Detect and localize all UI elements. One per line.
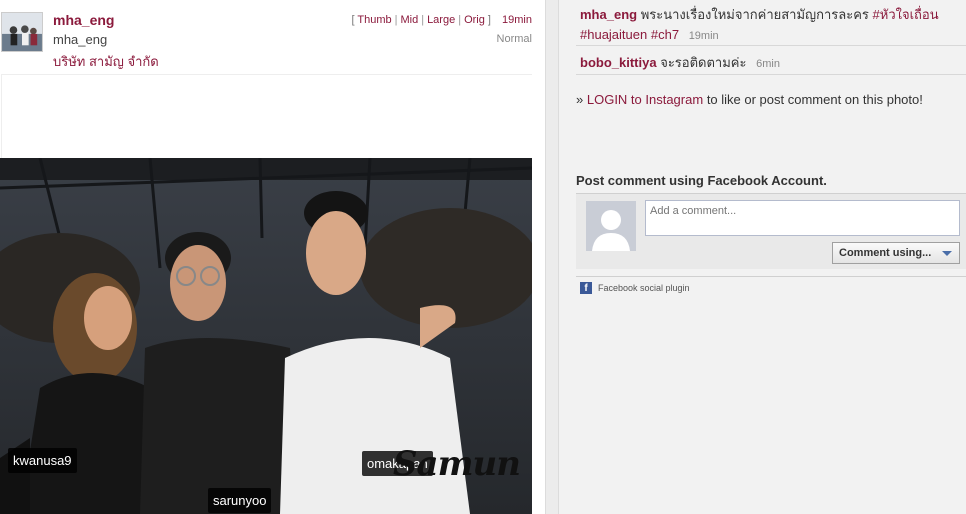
hashtag-link[interactable]: #ch7 — [651, 27, 679, 42]
size-orig-link[interactable]: Orig — [464, 14, 485, 26]
login-suffix: to like or post comment on this photo! — [706, 92, 923, 107]
size-separator: | — [421, 14, 425, 26]
post-photo[interactable]: kwanusa9 sarunyoo omakapan Samun — [0, 158, 532, 514]
facebook-plugin-link[interactable]: Facebook social plugin — [598, 283, 690, 293]
facebook-social-plugin: f Facebook social plugin — [580, 282, 690, 294]
user-avatar[interactable] — [1, 12, 43, 52]
size-separator: | — [394, 14, 398, 26]
photo-watermark: Samun — [393, 444, 521, 484]
comment-time: 6min — [756, 58, 780, 70]
comment-text: พระนางเรื่องใหม่จากค่ายสามัญการละคร — [640, 7, 869, 22]
login-prompt: » LOGIN to Instagram to like or post com… — [576, 92, 923, 107]
post-company[interactable]: บริษัท สามัญ จำกัด — [53, 51, 159, 72]
panel-divider — [545, 0, 559, 514]
comment-using-label: Comment using... — [839, 247, 932, 259]
hashtag-link[interactable]: #huajaituen — [580, 27, 647, 42]
caption-area — [1, 74, 532, 158]
facebook-comment-input[interactable] — [645, 200, 960, 236]
size-mid-link[interactable]: Mid — [400, 14, 418, 26]
post-full-name: mha_eng — [53, 32, 108, 47]
post-username[interactable]: mha_eng — [53, 12, 114, 28]
size-thumb-link[interactable]: Thumb — [357, 14, 391, 26]
comment-time: 19min — [688, 30, 719, 42]
comment-item: bobo_kittiya จะรอติดตามค่ะ 6min — [580, 52, 780, 73]
hashtag-link[interactable]: #หัวใจเถื่อน — [873, 7, 939, 22]
bracket-open: [ — [351, 14, 355, 26]
photo-tag[interactable]: sarunyoo — [208, 488, 272, 513]
comment-text: จะรอติดตามค่ะ — [660, 55, 747, 70]
photo-filter: Normal — [496, 33, 532, 45]
chevron-down-icon — [942, 251, 952, 256]
comment-using-button[interactable]: Comment using... — [832, 242, 960, 264]
comments-panel: mha_eng พระนางเรื่องใหม่จากค่ายสามัญการล… — [559, 0, 966, 514]
comment-divider — [576, 45, 966, 46]
bracket-close: ] — [487, 14, 491, 26]
photo-tag[interactable]: kwanusa9 — [8, 448, 77, 473]
size-links: [ Thumb | Mid | Large | Orig ] 19min — [351, 14, 532, 26]
size-large-link[interactable]: Large — [427, 14, 455, 26]
comment-username[interactable]: mha_eng — [580, 7, 637, 22]
size-separator: | — [458, 14, 462, 26]
comment-username[interactable]: bobo_kittiya — [580, 55, 657, 70]
default-avatar-icon — [586, 201, 636, 251]
comment-item: mha_eng พระนางเรื่องใหม่จากค่ายสามัญการล… — [580, 5, 960, 46]
avatar-image — [2, 13, 42, 51]
facebook-comment-title: Post comment using Facebook Account. — [576, 173, 827, 188]
post-time: 19min — [502, 14, 532, 26]
photo-panel: mha_eng mha_eng บริษัท สามัญ จำกัด [ Thu… — [0, 0, 545, 514]
plugin-divider — [576, 276, 966, 277]
comment-divider — [576, 74, 966, 75]
facebook-icon: f — [580, 282, 592, 294]
login-prefix: » — [576, 92, 584, 107]
facebook-comment-box: Comment using... — [576, 193, 966, 269]
login-link[interactable]: LOGIN to Instagram — [587, 92, 703, 107]
